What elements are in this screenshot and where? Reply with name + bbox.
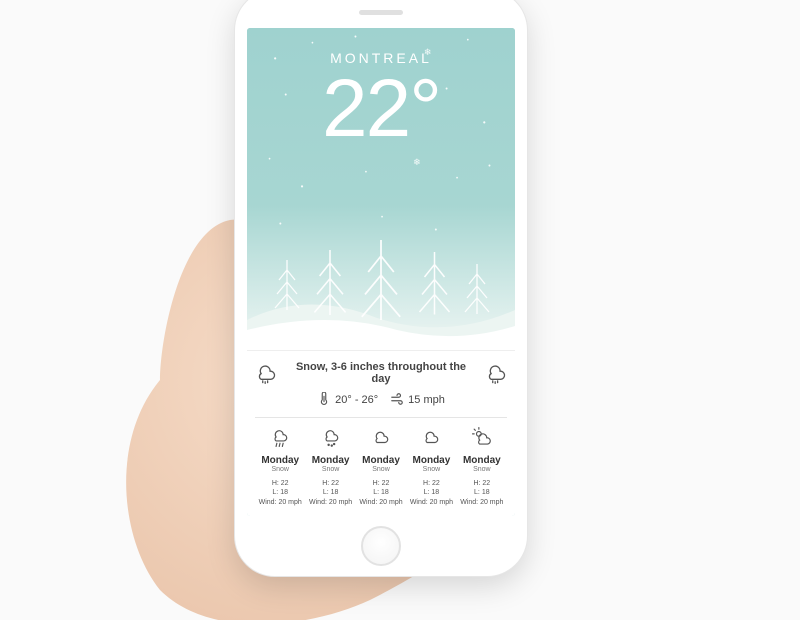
wind-label: Wind: 20 mph [257,498,303,508]
thermometer-icon [317,392,331,409]
high-label: H: 22 [307,479,353,489]
cloudy-icon [370,435,392,452]
wind-speed: 15 mph [408,394,445,406]
forecast-day[interactable]: Monday Snow H: 22 L: 18 Wind: 20 mph [457,426,507,508]
forecast-row[interactable]: Monday Snow H: 22 L: 18 Wind: 20 mph Mon… [253,426,509,508]
high-label: H: 22 [358,479,404,489]
phone-speaker [359,10,403,15]
temp-range: 20° - 26° [335,394,378,406]
condition-label: Snow [459,466,505,473]
day-label: Monday [358,455,404,466]
high-label: H: 22 [459,479,505,489]
day-label: Monday [459,455,505,466]
day-label: Monday [257,455,303,466]
snow-cloud-icon [483,359,509,388]
divider [255,417,507,418]
forecast-day[interactable]: Monday Snow H: 22 L: 18 Wind: 20 mph [406,426,456,508]
condition-label: Snow [307,466,353,473]
condition-label: Snow [358,466,404,473]
wind-label: Wind: 20 mph [459,498,505,508]
hero-section: MONTREAL 22° • • • ❄ • • ❄ • • • • • • ❄… [247,28,515,350]
wind-icon [390,392,404,409]
forecast-day[interactable]: Monday Snow H: 22 L: 18 Wind: 20 mph [356,426,406,508]
low-label: L: 18 [257,488,303,498]
drizzle-icon [320,435,342,452]
summary-text: Snow, 3-6 inches throughout the day [289,361,473,385]
day-label: Monday [307,455,353,466]
low-label: L: 18 [307,488,353,498]
wind-label: Wind: 20 mph [307,498,353,508]
high-label: H: 22 [408,479,454,489]
phone-frame: MONTREAL 22° • • • ❄ • • ❄ • • • • • • ❄… [235,0,527,576]
wind-label: Wind: 20 mph [408,498,454,508]
today-summary: Snow, 3-6 inches throughout the day [253,359,509,409]
low-label: L: 18 [459,488,505,498]
weather-app-screen: MONTREAL 22° • • • ❄ • • ❄ • • • • • • ❄… [247,28,515,516]
forecast-day[interactable]: Monday Snow H: 22 L: 18 Wind: 20 mph [305,426,355,508]
winter-scene-illustration [247,210,515,350]
day-label: Monday [408,455,454,466]
snow-cloud-icon [253,359,279,388]
forecast-day[interactable]: Monday Snow H: 22 L: 18 Wind: 20 mph [255,426,305,508]
high-label: H: 22 [257,479,303,489]
home-button[interactable] [361,526,401,566]
current-temperature: 22° [247,68,515,150]
details-card: Snow, 3-6 inches throughout the day [247,350,515,516]
wind-label: Wind: 20 mph [358,498,404,508]
low-label: L: 18 [408,488,454,498]
rain-icon [269,435,291,452]
condition-label: Snow [257,466,303,473]
low-label: L: 18 [358,488,404,498]
partly-sunny-icon [471,435,493,452]
cloudy-icon [420,435,442,452]
condition-label: Snow [408,466,454,473]
